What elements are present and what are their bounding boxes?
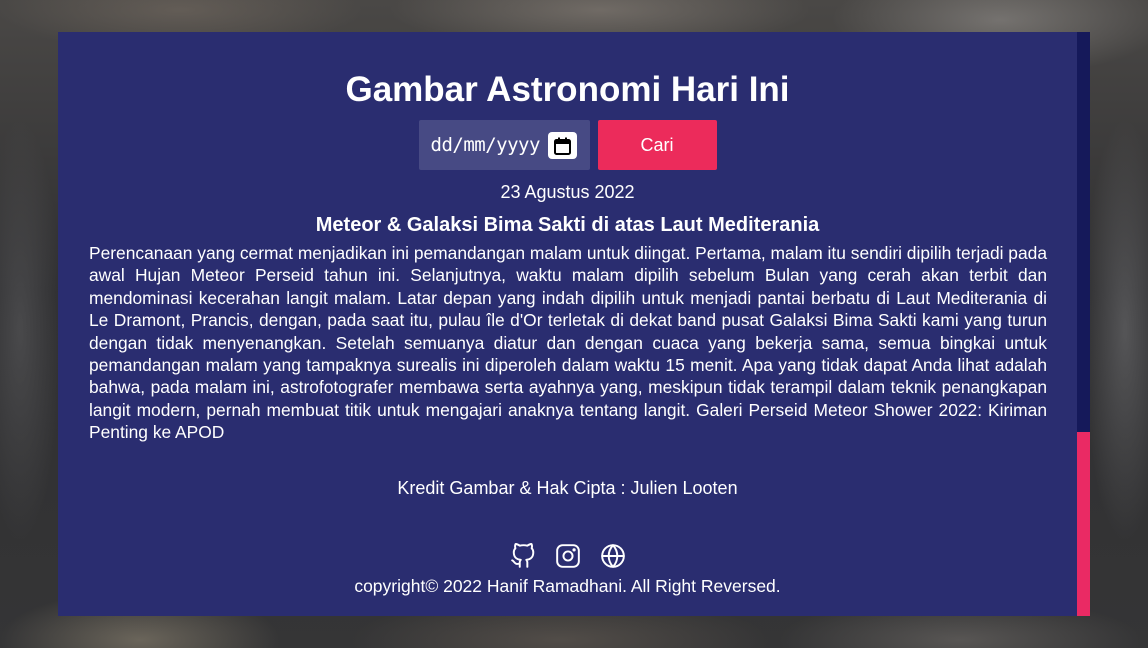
social-links <box>58 542 1077 569</box>
globe-icon[interactable] <box>599 542 626 569</box>
apod-card: Gambar Astronomi Hari Ini dd/mm/yyyy Car… <box>58 32 1090 616</box>
apod-title: Meteor & Galaksi Bima Sakti di atas Laut… <box>315 214 820 236</box>
scrollbar-thumb[interactable] <box>1077 432 1090 616</box>
copyright-text: copyright© 2022 Hanif Ramadhani. All Rig… <box>354 576 781 596</box>
image-credit: Kredit Gambar & Hak Cipta : Julien Loote… <box>397 478 738 498</box>
github-icon[interactable] <box>509 542 536 569</box>
date-input-placeholder: dd/mm/yyyy <box>430 134 541 156</box>
apod-date: 23 Agustus 2022 <box>500 182 635 202</box>
date-input[interactable]: dd/mm/yyyy <box>418 120 590 170</box>
apod-explanation: Perencanaan yang cermat menjadikan ini p… <box>89 243 1047 443</box>
instagram-icon[interactable] <box>554 542 581 569</box>
main-content: Gambar Astronomi Hari Ini dd/mm/yyyy Car… <box>58 32 1077 616</box>
page-title: Gambar Astronomi Hari Ini <box>345 70 790 109</box>
scrollbar[interactable] <box>1077 32 1090 616</box>
calendar-icon[interactable] <box>547 132 577 159</box>
search-bar: dd/mm/yyyy Cari <box>58 120 1077 170</box>
search-button[interactable]: Cari <box>597 120 717 170</box>
